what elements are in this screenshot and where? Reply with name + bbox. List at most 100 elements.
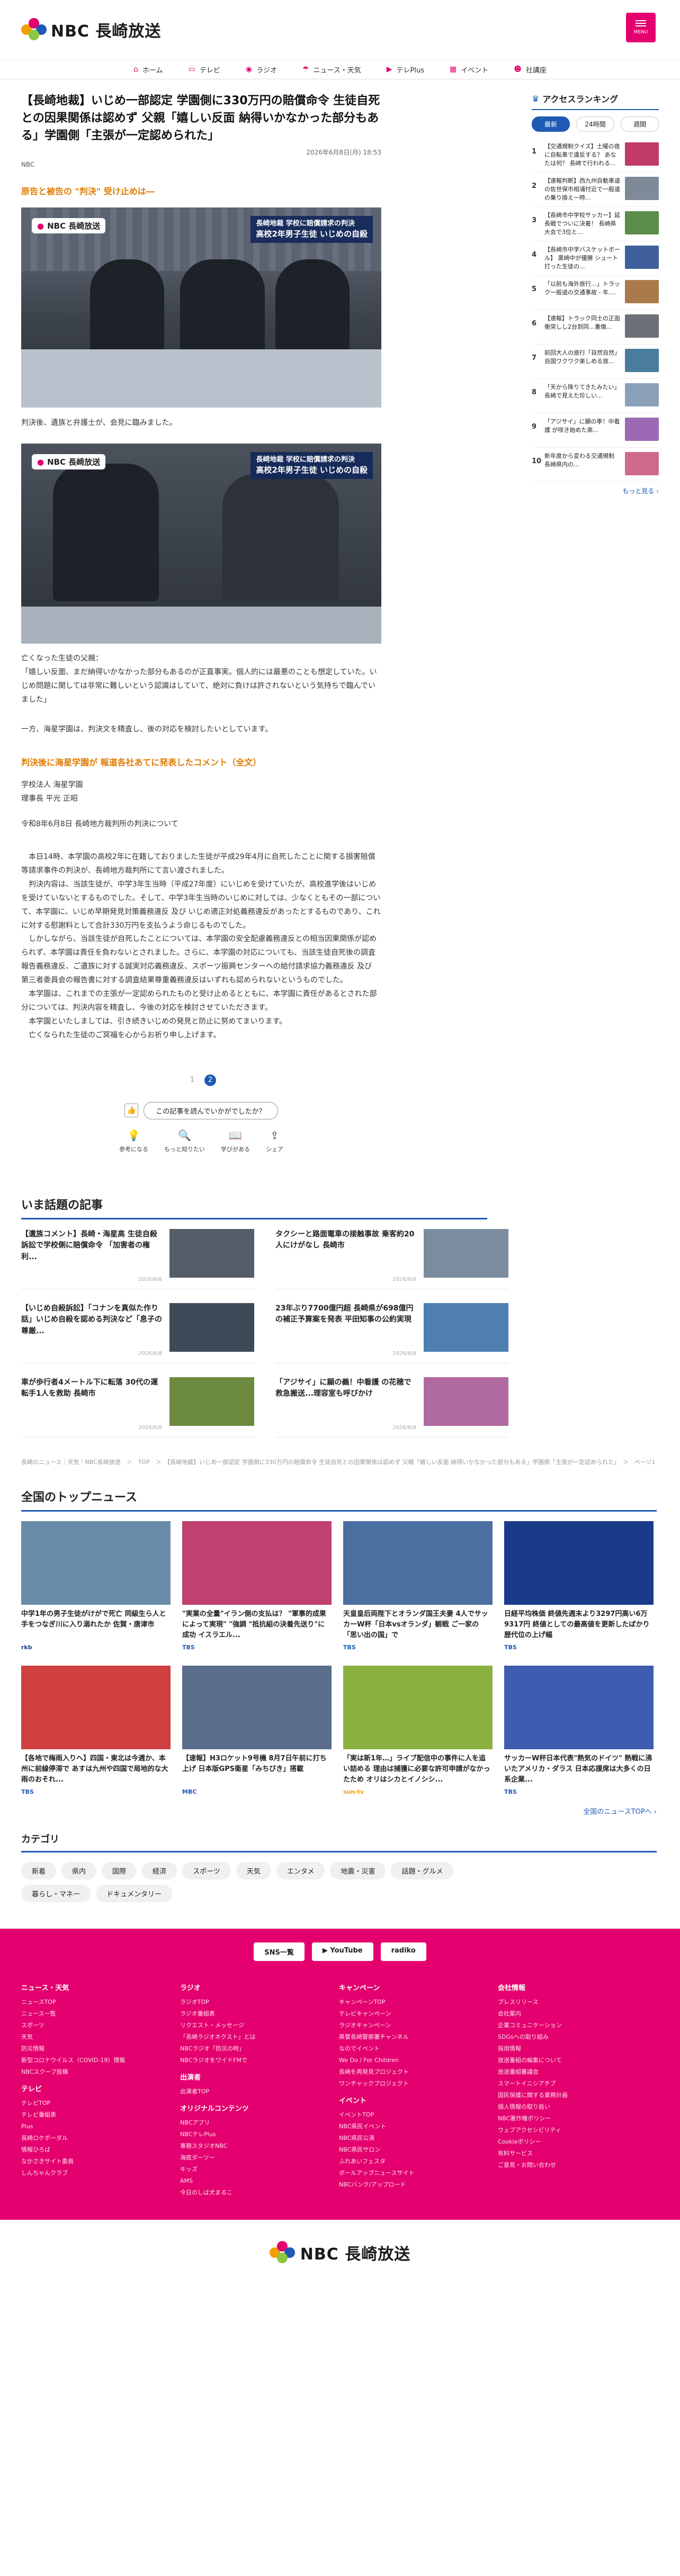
- all-news-link[interactable]: 全国のニュースTOPへ ›: [21, 1806, 657, 1816]
- category-chip[interactable]: 経済: [142, 1862, 177, 1880]
- reaction-button-3[interactable]: ⇪ シェア: [266, 1129, 283, 1153]
- footer-link[interactable]: スマートイニシアチブ: [498, 2078, 657, 2090]
- nav-item-2[interactable]: ◉ ラジオ: [233, 60, 290, 79]
- footer-link[interactable]: なかさきサイト委員: [21, 2156, 180, 2167]
- footer-link[interactable]: NBC著作権ポリシー: [498, 2113, 657, 2125]
- footer-link[interactable]: NBCラジオをワイドFMで: [180, 2055, 339, 2066]
- footer-link[interactable]: NBC県民公演: [339, 2132, 498, 2144]
- footer-link[interactable]: 放送番組審議会: [498, 2066, 657, 2078]
- page-1[interactable]: 1: [186, 1074, 198, 1086]
- footer-link[interactable]: 今日のしば犬まるこ: [180, 2187, 339, 2199]
- reaction-button-0[interactable]: 💡 参考になる: [119, 1129, 148, 1153]
- footer-link[interactable]: ラジオキャンペーン: [339, 2020, 498, 2031]
- category-chip[interactable]: 県内: [61, 1862, 97, 1880]
- footer-link[interactable]: NBCテレPlus: [180, 2129, 339, 2140]
- footer-link[interactable]: NBC県民イベント: [339, 2121, 498, 2132]
- footer-link[interactable]: 海底ダーツー: [180, 2152, 339, 2164]
- ranking-item[interactable]: 10 新年度から変わる交通規制 長崎県内の...: [532, 448, 659, 482]
- ranking-item[interactable]: 5 「以前も海外旅行…」トラック一般道の交通事故 - 年....: [532, 276, 659, 310]
- nav-item-0[interactable]: ⌂ ホーム: [121, 60, 176, 79]
- reaction-button-2[interactable]: 📖 学びがある: [221, 1129, 250, 1153]
- footer-link[interactable]: 新型コロナウイルス（COVID-19）情報: [21, 2055, 180, 2066]
- footer-link[interactable]: ワンチャックプロジェクト: [339, 2078, 498, 2090]
- footer-link[interactable]: 個人情報の取り扱い: [498, 2101, 657, 2113]
- tab-24h[interactable]: 24時間: [576, 116, 614, 132]
- footer-link[interactable]: キャンペーンTOP: [339, 1996, 498, 2008]
- footer-link[interactable]: ウェブアクセシビリティ: [498, 2125, 657, 2136]
- footer-link[interactable]: NBCスクープ投稿: [21, 2066, 180, 2078]
- ranking-more-link[interactable]: もっと見る ›: [532, 486, 659, 495]
- footer-link[interactable]: 有料サービス: [498, 2148, 657, 2159]
- footer-link[interactable]: テレビ番組表: [21, 2109, 180, 2121]
- category-chip[interactable]: 地震・災害: [330, 1862, 386, 1880]
- category-chip[interactable]: 天気: [236, 1862, 271, 1880]
- footer-link[interactable]: テレビTOP: [21, 2098, 180, 2109]
- topic-item[interactable]: 「アジサイ」に願の義！中看護 の花穂で救急搬送...理容室も呼びかけ 2026/6…: [275, 1377, 508, 1438]
- category-chip[interactable]: 暮らし・マネー: [21, 1885, 91, 1903]
- top-news-item[interactable]: "実業の全量"イラン側の支払は？ "軍事的成果によって実現" "強調 "抵抗組の…: [182, 1521, 332, 1651]
- footer-link[interactable]: 長崎を再発見プロジェクト: [339, 2066, 498, 2078]
- footer-link[interactable]: 採用情報: [498, 2043, 657, 2055]
- footer-link[interactable]: 「長崎ラジオネクスト」とは: [180, 2031, 339, 2043]
- footer-link[interactable]: Plus: [21, 2121, 180, 2132]
- footer-link[interactable]: ボールアップニュースサイト: [339, 2167, 498, 2179]
- footer-link[interactable]: なのでイベント: [339, 2043, 498, 2055]
- footer-link[interactable]: プレスリリース: [498, 1996, 657, 2008]
- category-chip[interactable]: エンタメ: [276, 1862, 325, 1880]
- footer-link[interactable]: ニュースTOP: [21, 1996, 180, 2008]
- footer-link[interactable]: しんちゃんクラブ: [21, 2167, 180, 2179]
- footer-link[interactable]: SDGsへの取り組み: [498, 2031, 657, 2043]
- footer-link[interactable]: ラジオTOP: [180, 1996, 339, 2008]
- topic-item[interactable]: 【遺族コメント】長崎・海星高 生徒自殺訴訟で学校側に賠償命令 「加害者の権利..…: [21, 1228, 254, 1289]
- footer-button-2[interactable]: radiko: [380, 1942, 426, 1962]
- top-news-item[interactable]: サッカーW杯日本代表"熱気のドイツ" 熱戦に沸いたアメリカ・ダラス 日本応援席は…: [504, 1666, 654, 1795]
- footer-link[interactable]: 企業コミュニケーション: [498, 2020, 657, 2031]
- footer-link[interactable]: 防災情報: [21, 2043, 180, 2055]
- nav-item-3[interactable]: ☂ ニュース・天気: [290, 60, 374, 79]
- category-chip[interactable]: 国際: [102, 1862, 137, 1880]
- footer-link[interactable]: AMS: [180, 2175, 339, 2187]
- footer-link[interactable]: ふれあいフェスタ: [339, 2156, 498, 2167]
- footer-link[interactable]: NBCアプリ: [180, 2117, 339, 2129]
- footer-link[interactable]: NBC県民サロン: [339, 2144, 498, 2156]
- ranking-item[interactable]: 8 「天から降りてきたみたい」 長崎で見えた珍しい...: [532, 379, 659, 413]
- category-chip[interactable]: ドキュメンタリー: [96, 1885, 173, 1903]
- footer-link[interactable]: ニュース一覧: [21, 2008, 180, 2020]
- top-news-item[interactable]: 天皇皇后両陛下とオランダ国王夫妻 4人でサッカーW杯「日本vsオランダ」観戦 ご…: [343, 1521, 493, 1651]
- footer-link[interactable]: 県警長崎警察署チャンネル: [339, 2031, 498, 2043]
- top-news-item[interactable]: 【各地で梅雨入りへ】四国・東北は今週か、本州に前線停滞で あすは九州や四国で局地…: [21, 1666, 171, 1795]
- top-news-item[interactable]: 中学1年の男子生徒がけがで死亡 同級生ら人と手をつなぎ川に入り溺れたか 佐賀・唐…: [21, 1521, 171, 1651]
- ranking-item[interactable]: 7 前回大人の旅行「自然自然」 自国ワクワク楽しめる旅...: [532, 345, 659, 379]
- footer-link[interactable]: NBCバンク/アップロード: [339, 2179, 498, 2191]
- menu-button[interactable]: MENU: [626, 13, 656, 42]
- footer-link[interactable]: ご意見・お問い合わせ: [498, 2159, 657, 2171]
- ranking-item[interactable]: 6 【速報】トラック同士の正面衝突しし2台到同…重傷...: [532, 310, 659, 345]
- footer-button-0[interactable]: SNS一覧: [254, 1942, 305, 1962]
- footer-link[interactable]: イベントTOP: [339, 2109, 498, 2121]
- top-news-item[interactable]: 【速報】H3ロケット9号機 8月7日午前に打ち上げ 日本版GPS衛星「みちびき」…: [182, 1666, 332, 1795]
- nav-item-4[interactable]: ▶ テレPlus: [374, 60, 437, 79]
- category-chip[interactable]: 話題・グルメ: [391, 1862, 454, 1880]
- footer-link[interactable]: ラジオ番組表: [180, 2008, 339, 2020]
- footer-link[interactable]: リクエスト・メッセージ: [180, 2020, 339, 2031]
- footer-link[interactable]: 国民保護に関する業務計画: [498, 2090, 657, 2101]
- nav-item-1[interactable]: ▭ テレビ: [176, 60, 233, 79]
- footer-link[interactable]: Cookieポリシー: [498, 2136, 657, 2148]
- footer-link[interactable]: キッズ: [180, 2164, 339, 2175]
- footer-link[interactable]: スポーツ: [21, 2020, 180, 2031]
- tab-latest[interactable]: 最新: [532, 116, 570, 132]
- page-2[interactable]: 2: [204, 1074, 216, 1086]
- topic-item[interactable]: 車が歩行者4メートル下に転落 30代の運転手1人を救助 長崎市 2026/6/8: [21, 1377, 254, 1438]
- reaction-button-1[interactable]: 🔍 もっと知りたい: [164, 1129, 205, 1153]
- footer-link[interactable]: 長崎ロケポーダル: [21, 2132, 180, 2144]
- footer-link[interactable]: テレビキャンペーン: [339, 2008, 498, 2020]
- footer-link[interactable]: 事務スタジオNBC: [180, 2140, 339, 2152]
- site-logo[interactable]: NBC 長崎放送: [21, 18, 161, 41]
- top-news-item[interactable]: 日経平均株価 終値先週末より3297円高い6万9317円 終値としての最高値を更…: [504, 1521, 654, 1651]
- topic-item[interactable]: 23年ぶり7700億円超 長崎県が698億円の補正予算案を発表 平田知事の公約実…: [275, 1303, 508, 1363]
- footer-link[interactable]: 放送番組の編集について: [498, 2055, 657, 2066]
- footer-link[interactable]: 情報ひろば: [21, 2144, 180, 2156]
- ranking-item[interactable]: 2 【速報判断】西九州自動車道の佐世保市相浦付近で一般道の乗り換え一時...: [532, 173, 659, 207]
- nav-item-6[interactable]: ☻ 社講座: [501, 60, 559, 79]
- ranking-item[interactable]: 1 【交通規制クイズ】土曜の夜に自転車で違反する？ あなたは何？ 長崎で行われる.…: [532, 138, 659, 173]
